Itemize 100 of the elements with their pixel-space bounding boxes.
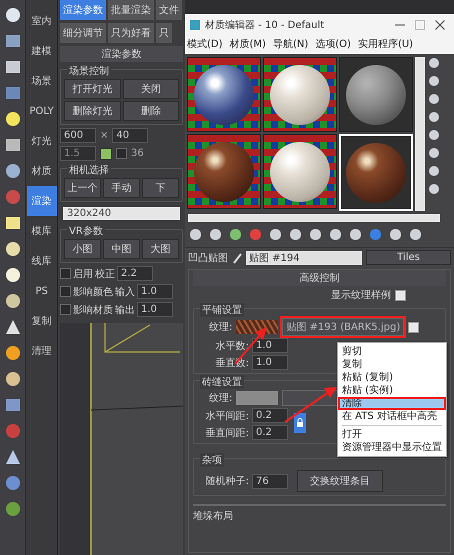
sphere-tool-icon[interactable]	[409, 228, 422, 241]
panel-button[interactable]: 删除灯光	[64, 101, 120, 121]
sphere-tool-icon[interactable]	[189, 228, 202, 241]
panel-button[interactable]: 上一个	[64, 178, 101, 198]
panel-button[interactable]: 删除	[122, 101, 179, 121]
panel-tab[interactable]: 文件	[156, 0, 182, 20]
spinner-field[interactable]: 40	[112, 128, 148, 143]
material-slot[interactable]	[187, 57, 261, 132]
times-sign: ×	[100, 130, 108, 141]
menu-item[interactable]: 模式(D)	[187, 37, 223, 51]
spinner-field[interactable]: 1.0	[252, 338, 288, 353]
panel-tab[interactable]: 只	[156, 23, 172, 43]
panel-button[interactable]: 手动	[103, 178, 140, 198]
category-tab[interactable]: 渲染	[26, 186, 57, 216]
category-tab[interactable]: 室内	[26, 6, 57, 36]
spinner-field[interactable]: 1.0	[252, 355, 288, 370]
rollout-header[interactable]: 堆垛布局	[193, 504, 446, 523]
texture-map-button[interactable]: 贴图 #193 (BARK5.jpg)	[282, 318, 404, 336]
ball-icon[interactable]	[4, 474, 22, 492]
checkbox[interactable]	[116, 148, 127, 159]
material-slot[interactable]	[187, 134, 261, 209]
category-tab[interactable]: PS	[26, 276, 57, 306]
panel-button[interactable]: 打开灯光	[64, 79, 120, 99]
panel-tab[interactable]: 细分调节	[60, 23, 106, 43]
menu-item[interactable]: 导航(N)	[272, 37, 308, 51]
spinner-field[interactable]: 0.2	[252, 408, 288, 423]
material-slot[interactable]	[263, 134, 337, 209]
map-label: 凹凸贴图	[188, 252, 228, 264]
category-tab[interactable]: 模库	[26, 216, 57, 246]
sphere-tool-icon[interactable]	[309, 228, 322, 241]
resolution-field[interactable]: 320x240	[63, 207, 180, 220]
sphere-tool-icon[interactable]	[428, 147, 440, 159]
sphere-tool-icon[interactable]	[209, 228, 222, 241]
checkbox[interactable]	[60, 268, 71, 279]
eyedropper-icon[interactable]	[232, 252, 242, 264]
map-name-dropdown[interactable]: 贴图 #194	[246, 250, 362, 264]
rollout-header[interactable]: 高级控制	[193, 270, 446, 286]
checkbox[interactable]	[395, 290, 406, 300]
scrollbar[interactable]	[415, 57, 425, 211]
pyramid-icon[interactable]	[4, 448, 22, 466]
app-icon	[189, 19, 201, 31]
spinner-field[interactable]: 2.2	[117, 266, 153, 281]
panel-button[interactable]: 小图	[64, 239, 101, 259]
panel-tab[interactable]: 渲染参数	[60, 0, 106, 20]
spinner-field[interactable]: 0.2	[252, 425, 288, 440]
category-tab[interactable]: POLY	[26, 96, 57, 126]
sphere-tool-icon[interactable]	[428, 75, 440, 87]
category-tab[interactable]: 清理	[26, 336, 57, 366]
color-swatch[interactable]	[236, 391, 278, 405]
bark-texture-swatch[interactable]	[236, 320, 278, 334]
spinner-field[interactable]: 1.0	[137, 284, 173, 299]
group-title: 杂项	[200, 453, 224, 467]
spinner-field[interactable]: 76	[252, 474, 288, 488]
menu-item[interactable]: 复制	[338, 358, 446, 371]
material-slot[interactable]	[263, 57, 337, 132]
menu-item[interactable]: 材质(M)	[230, 37, 266, 51]
category-tab[interactable]: 场景	[26, 66, 57, 96]
group-title: 相机选择	[67, 163, 111, 177]
menu-item[interactable]: 资源管理器中显示位置	[338, 441, 446, 454]
group-title: 砖缝设置	[200, 375, 244, 389]
checkbox[interactable]	[60, 304, 71, 315]
lock-button[interactable]	[294, 413, 306, 433]
panel-tab[interactable]: 批量渲染	[108, 0, 154, 20]
cone-icon[interactable]	[4, 318, 22, 336]
rollout-header[interactable]: 渲染参数	[60, 46, 183, 62]
swap-button[interactable]: 交换纹理条目	[297, 470, 383, 492]
panel-button[interactable]: 下	[142, 178, 179, 198]
checkbox[interactable]	[408, 322, 420, 332]
category-tab[interactable]: 线库	[26, 246, 57, 276]
panel-button[interactable]: 中图	[103, 239, 140, 259]
sphere-tool-icon[interactable]	[428, 165, 440, 177]
menu-item[interactable]: 粘贴 (实例)	[338, 384, 446, 397]
category-tab[interactable]: 材质	[26, 156, 57, 186]
option-label: 影响颜色	[73, 286, 113, 298]
scrollbar[interactable]	[188, 214, 440, 222]
panel-button[interactable]: 关闭	[122, 79, 179, 99]
menu-item[interactable]: 打开	[338, 428, 446, 441]
color-swatch[interactable]	[100, 148, 112, 160]
spinner-field[interactable]: 600	[60, 128, 96, 143]
menu-item[interactable]: 选项(O)	[315, 37, 351, 51]
material-slot[interactable]	[339, 57, 413, 132]
category-tab[interactable]: 复制	[26, 306, 57, 336]
panel-button[interactable]: 大图	[142, 239, 179, 259]
map-type-button[interactable]: Tiles	[366, 250, 451, 265]
panel-tab[interactable]: 只为好看	[108, 23, 154, 43]
field-label: 垂直间距:	[204, 426, 249, 440]
sphere-tool-icon[interactable]	[389, 228, 402, 241]
category-tab[interactable]: 建模	[26, 36, 57, 66]
sphere-tool-icon[interactable]	[428, 57, 440, 69]
spinner-field[interactable]: 1.0	[137, 302, 173, 317]
field-label: 随机种子:	[204, 474, 249, 488]
spinner-field[interactable]: 1.5	[60, 146, 96, 161]
sphere-tool-icon[interactable]	[428, 183, 440, 195]
group-title: 场景控制	[67, 64, 111, 78]
menu-item[interactable]: 剪切	[338, 345, 446, 358]
menu-item[interactable]: 粘贴 (复制)	[338, 371, 446, 384]
checkbox[interactable]	[60, 286, 71, 297]
menu-item[interactable]: 在 ATS 对话框中高亮	[338, 410, 446, 423]
menu-item[interactable]: 实用程序(U)	[358, 37, 414, 51]
category-tab[interactable]: 灯光	[26, 126, 57, 156]
